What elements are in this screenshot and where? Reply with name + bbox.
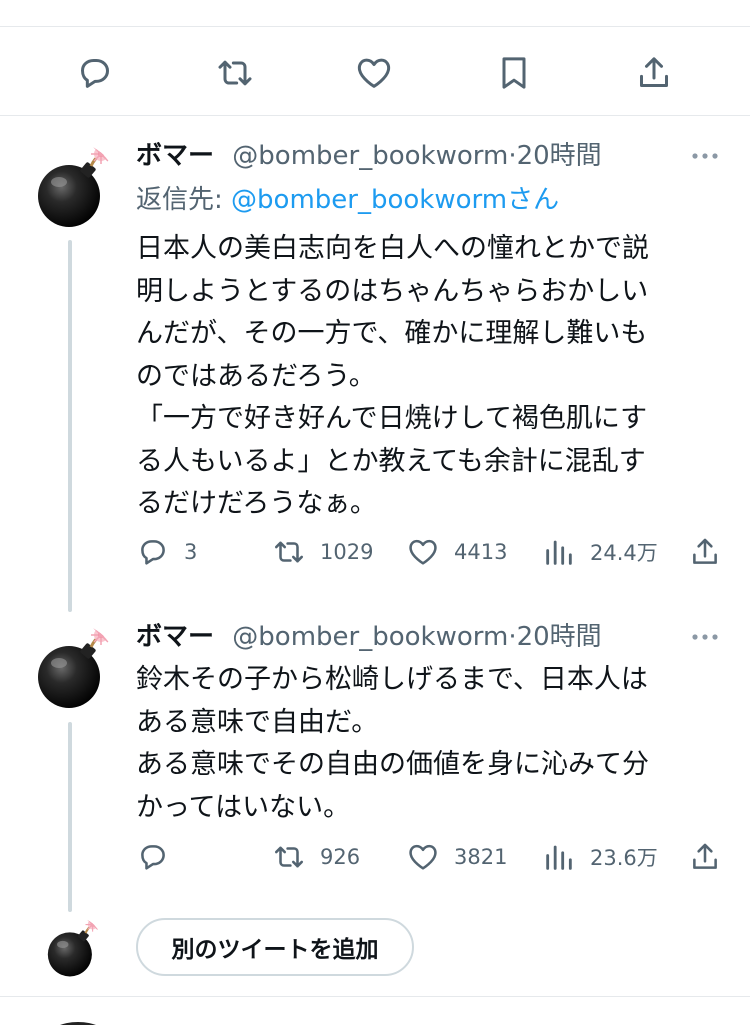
reply-to-suffix: さん bbox=[507, 185, 560, 215]
avatar[interactable] bbox=[27, 142, 117, 232]
separator: · bbox=[508, 622, 517, 652]
avatar[interactable] bbox=[27, 623, 117, 713]
tweet-metrics: 3 1029 4413 24.4万 bbox=[136, 532, 750, 572]
main-tweet-action-bar bbox=[0, 44, 750, 102]
tweet-text-line: 「一方で好き好んで日焼けして褐色肌にす bbox=[136, 403, 648, 434]
like-button[interactable]: 4413 bbox=[406, 532, 507, 572]
views-button[interactable]: 24.4万 bbox=[542, 532, 658, 572]
tweet-text-line: かってはいない。 bbox=[136, 791, 351, 823]
share-button[interactable] bbox=[630, 44, 678, 102]
retweet-count: 1029 bbox=[320, 540, 374, 564]
retweet-icon bbox=[218, 60, 252, 86]
top-divider bbox=[0, 26, 750, 27]
retweet-icon bbox=[274, 541, 304, 563]
retweet-button[interactable] bbox=[211, 44, 259, 102]
add-another-tweet-button[interactable]: 別のツイートを追加 bbox=[136, 918, 414, 976]
views-icon bbox=[546, 845, 572, 870]
reply-to-mention[interactable]: @bomber_bookworm bbox=[231, 185, 507, 215]
handle[interactable]: @bomber_bookworm bbox=[232, 622, 508, 652]
like-icon bbox=[357, 58, 391, 88]
more-icon bbox=[692, 153, 718, 159]
bomb-avatar-icon bbox=[27, 623, 117, 713]
bomb-avatar-icon bbox=[27, 142, 117, 232]
retweet-button[interactable]: 1029 bbox=[272, 532, 373, 572]
tweet-header: ボマー @bomber_bookworm·20時間 bbox=[136, 138, 750, 174]
like-button[interactable]: 3821 bbox=[406, 837, 507, 877]
action-bar-divider bbox=[0, 115, 750, 116]
reply-button[interactable] bbox=[136, 837, 184, 877]
bookmark-button[interactable] bbox=[490, 44, 538, 102]
bomb-avatar-icon bbox=[40, 916, 104, 980]
more-icon bbox=[692, 634, 718, 640]
bookmark-icon bbox=[502, 57, 526, 89]
tweet-text-line: ある意味で自由だ。 bbox=[136, 706, 379, 738]
like-icon bbox=[409, 539, 437, 565]
share-icon bbox=[693, 538, 717, 564]
like-icon bbox=[409, 844, 437, 870]
tweet-text-line: のではあるだろう。 bbox=[136, 360, 376, 392]
view-count: 23.6万 bbox=[590, 846, 658, 870]
bottom-divider bbox=[0, 996, 750, 997]
tweet-metrics: 926 3821 23.6万 bbox=[136, 837, 750, 877]
views-icon bbox=[546, 540, 572, 565]
tweet-text: 日本人の美白志向を白人への憧れとかで説 明しようとするのはちゃんちゃらおかしい … bbox=[136, 228, 714, 526]
tweet-text-line: んだが、その一方で、確かに理解し難いも bbox=[136, 318, 648, 349]
tweet-text-line: るだけだろうなぁ。 bbox=[136, 488, 377, 519]
thread-line bbox=[68, 240, 72, 612]
more-options-button[interactable] bbox=[688, 619, 722, 655]
views-button[interactable]: 23.6万 bbox=[542, 837, 658, 877]
reply-to-line: 返信先: @bomber_bookwormさん bbox=[136, 182, 559, 218]
display-name[interactable]: ボマー bbox=[136, 622, 214, 652]
timestamp[interactable]: 20時間 bbox=[517, 622, 602, 652]
timestamp[interactable]: 20時間 bbox=[517, 141, 602, 171]
share-button[interactable] bbox=[688, 532, 736, 572]
tweet-text-line: 明しようとするのはちゃんちゃらおかしい bbox=[136, 275, 649, 307]
handle[interactable]: @bomber_bookworm bbox=[232, 141, 508, 171]
tweet-text-line: ある意味でその自由の価値を身に沁みて分 bbox=[136, 749, 649, 780]
tweet-text-line: る人もいるよ」とか教えても余計に混乱す bbox=[136, 445, 646, 477]
retweet-count: 926 bbox=[320, 845, 361, 869]
share-button[interactable] bbox=[688, 837, 736, 877]
reply-button[interactable]: 3 bbox=[136, 532, 197, 572]
tweet-text-line: 日本人の美白志向を白人への憧れとかで説 bbox=[136, 233, 649, 264]
share-icon bbox=[693, 843, 717, 869]
like-count: 3821 bbox=[454, 845, 508, 869]
view-count: 24.4万 bbox=[590, 541, 658, 565]
like-button[interactable] bbox=[350, 44, 398, 102]
reply-icon bbox=[81, 59, 109, 88]
like-count: 4413 bbox=[454, 540, 508, 564]
separator: · bbox=[508, 141, 517, 171]
reply-icon bbox=[141, 540, 165, 565]
next-tweet-cutoff bbox=[0, 1012, 750, 1025]
retweet-icon bbox=[274, 846, 304, 868]
tweet-text: 鈴木その子から松崎しげるまで、日本人は ある意味で自由だ。 ある意味でその自由の… bbox=[136, 659, 714, 829]
thread-line bbox=[68, 722, 72, 912]
more-options-button[interactable] bbox=[688, 138, 722, 174]
reply-icon bbox=[141, 845, 165, 870]
compose-avatar bbox=[40, 916, 104, 980]
retweet-button[interactable]: 926 bbox=[272, 837, 360, 877]
reply-count: 3 bbox=[184, 540, 198, 564]
tweet-text-line: 鈴木その子から松崎しげるまで、日本人は bbox=[136, 664, 648, 695]
display-name[interactable]: ボマー bbox=[136, 141, 214, 171]
reply-to-prefix: 返信先: bbox=[136, 185, 232, 215]
reply-button[interactable] bbox=[71, 44, 119, 102]
share-icon bbox=[640, 57, 668, 87]
tweet-header: ボマー @bomber_bookworm·20時間 bbox=[136, 619, 750, 655]
